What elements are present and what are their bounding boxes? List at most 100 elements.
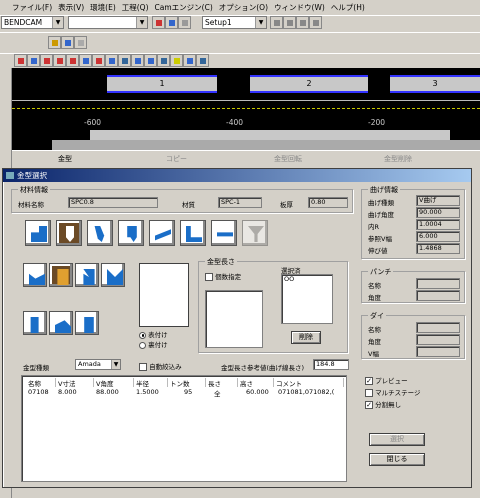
die-type-3-button[interactable]: [75, 263, 99, 287]
tool-icon[interactable]: [131, 54, 144, 67]
chevron-down-icon[interactable]: ▼: [136, 17, 147, 28]
tool-icon[interactable]: [92, 54, 105, 67]
tool-icon[interactable]: [66, 54, 79, 67]
no-split-box[interactable]: ✓: [365, 401, 373, 409]
tool-icon[interactable]: [309, 16, 322, 29]
column-header[interactable]: V寸法: [56, 378, 94, 388]
tool-icon[interactable]: [14, 54, 27, 67]
elongation-label: 伸び値: [368, 247, 388, 255]
tool-icon[interactable]: [196, 54, 209, 67]
radio-front-dot[interactable]: [139, 331, 146, 339]
die-type-1-button[interactable]: [23, 263, 47, 287]
tool-icon[interactable]: [157, 54, 170, 67]
multistage-checkbox[interactable]: マルチステージ: [365, 387, 420, 397]
multistage-box[interactable]: [365, 389, 373, 397]
tool-icon[interactable]: [61, 36, 74, 49]
drawing-canvas[interactable]: 1 2 3 -600 -400 -200: [12, 68, 480, 150]
tab-die[interactable]: 金型: [58, 154, 72, 164]
tool-icon[interactable]: [48, 36, 61, 49]
tab-delete[interactable]: 金型削除: [384, 154, 412, 164]
menu-help[interactable]: ヘルプ(H): [331, 2, 365, 13]
chevron-down-icon[interactable]: ▼: [111, 360, 120, 369]
die-type-6-button[interactable]: [49, 311, 73, 335]
punch-type-8-button[interactable]: [242, 220, 268, 246]
punch-type-3-button[interactable]: [87, 220, 113, 246]
ref-v-width-label: 参照V幅: [368, 235, 392, 243]
tool-icon[interactable]: [165, 16, 178, 29]
select-button[interactable]: 選択: [369, 433, 425, 446]
punch-type-1-button[interactable]: [25, 220, 51, 246]
punch-type-7-button[interactable]: [211, 220, 237, 246]
menu-process[interactable]: 工程(Q): [122, 2, 149, 13]
selected-list[interactable]: OO: [281, 274, 333, 324]
tool-icon[interactable]: [283, 16, 296, 29]
inner-radius-label: 内R: [368, 223, 380, 231]
length-list[interactable]: [205, 290, 263, 348]
tool-icon[interactable]: [40, 54, 53, 67]
radio-back[interactable]: 裏付け: [139, 339, 168, 349]
tool-icon[interactable]: [79, 54, 92, 67]
table-cell: 60.000: [246, 388, 269, 396]
column-header[interactable]: 長さ: [206, 378, 238, 388]
segment-1[interactable]: 1: [107, 75, 217, 93]
preview-checkbox[interactable]: ✓ プレビュー: [365, 375, 408, 385]
selected-item[interactable]: OO: [282, 275, 294, 283]
radio-front[interactable]: 表付け: [139, 329, 168, 339]
menu-option[interactable]: オプション(O): [219, 2, 268, 13]
menu-window[interactable]: ウィンドウ(W): [274, 2, 325, 13]
tab-rotate[interactable]: 金型回転: [274, 154, 302, 164]
column-header[interactable]: 名称: [26, 378, 56, 388]
segment-3[interactable]: 3: [390, 75, 480, 93]
secondary-combo[interactable]: ▼: [68, 16, 148, 29]
delete-button[interactable]: 削除: [291, 331, 321, 344]
tool-icon[interactable]: [53, 54, 66, 67]
segment-2[interactable]: 2: [250, 75, 368, 93]
tool-icon[interactable]: [105, 54, 118, 67]
radio-back-dot[interactable]: [139, 341, 146, 349]
die-table[interactable]: 名称 V寸法 V角度 半径 トン数 長さ 高さ コメント 07108 8.000…: [21, 375, 347, 482]
setup-combo[interactable]: Setup1 ▼: [202, 16, 267, 29]
menu-view[interactable]: 表示(V): [58, 2, 84, 13]
tool-icon[interactable]: [152, 16, 165, 29]
die-type-7-button[interactable]: [75, 311, 99, 335]
specify-count-checkbox[interactable]: 個数指定: [205, 271, 241, 281]
column-header[interactable]: トン数: [168, 378, 206, 388]
die-type-4-button[interactable]: [101, 263, 125, 287]
tool-icon[interactable]: [118, 54, 131, 67]
preview-box[interactable]: ✓: [365, 377, 373, 385]
tool-icon[interactable]: [296, 16, 309, 29]
die-type-5-button[interactable]: [23, 311, 47, 335]
die-type-2-button[interactable]: [49, 263, 73, 287]
menu-environment[interactable]: 環境(E): [90, 2, 116, 13]
punch-type-4-button[interactable]: [118, 220, 144, 246]
chevron-down-icon[interactable]: ▼: [255, 17, 266, 28]
no-split-checkbox[interactable]: ✓ 分割無し: [365, 399, 401, 409]
tool-icon[interactable]: [183, 54, 196, 67]
menu-file[interactable]: ファイル(F): [12, 2, 52, 13]
column-header[interactable]: 高さ: [238, 378, 274, 388]
die-type-select[interactable]: Amada ▼: [75, 359, 121, 370]
punch-type-6-button[interactable]: [180, 220, 206, 246]
punch-type-5-button[interactable]: [149, 220, 175, 246]
tool-icon[interactable]: [27, 54, 40, 67]
machine-combo[interactable]: BENDCAM ▼: [1, 16, 64, 29]
close-button[interactable]: 閉じる: [369, 453, 425, 466]
tool-icon[interactable]: [144, 54, 157, 67]
specify-count-box[interactable]: [205, 273, 213, 281]
tool-icon[interactable]: [270, 16, 283, 29]
auto-filter-box[interactable]: [139, 363, 147, 371]
tool-icon[interactable]: [74, 36, 87, 49]
table-row[interactable]: 07108 8.000 88.000 1.5000 95 全 60.000 07…: [22, 388, 346, 398]
column-header[interactable]: V角度: [94, 378, 134, 388]
tab-copy[interactable]: コピー: [166, 154, 187, 164]
chevron-down-icon[interactable]: ▼: [52, 17, 63, 28]
tool-icon[interactable]: [170, 54, 183, 67]
column-header[interactable]: 半径: [134, 378, 168, 388]
ref-length-field[interactable]: 184.8: [313, 359, 349, 370]
tool-icon[interactable]: [178, 16, 191, 29]
auto-filter-checkbox[interactable]: 自動絞込み: [139, 361, 182, 371]
column-header[interactable]: コメント: [274, 378, 344, 388]
menu-cam-engine[interactable]: Camエンジン(C): [155, 2, 213, 13]
punch-type-2-button[interactable]: [56, 220, 82, 246]
punch-group: パンチ 名称 角度: [361, 267, 465, 303]
